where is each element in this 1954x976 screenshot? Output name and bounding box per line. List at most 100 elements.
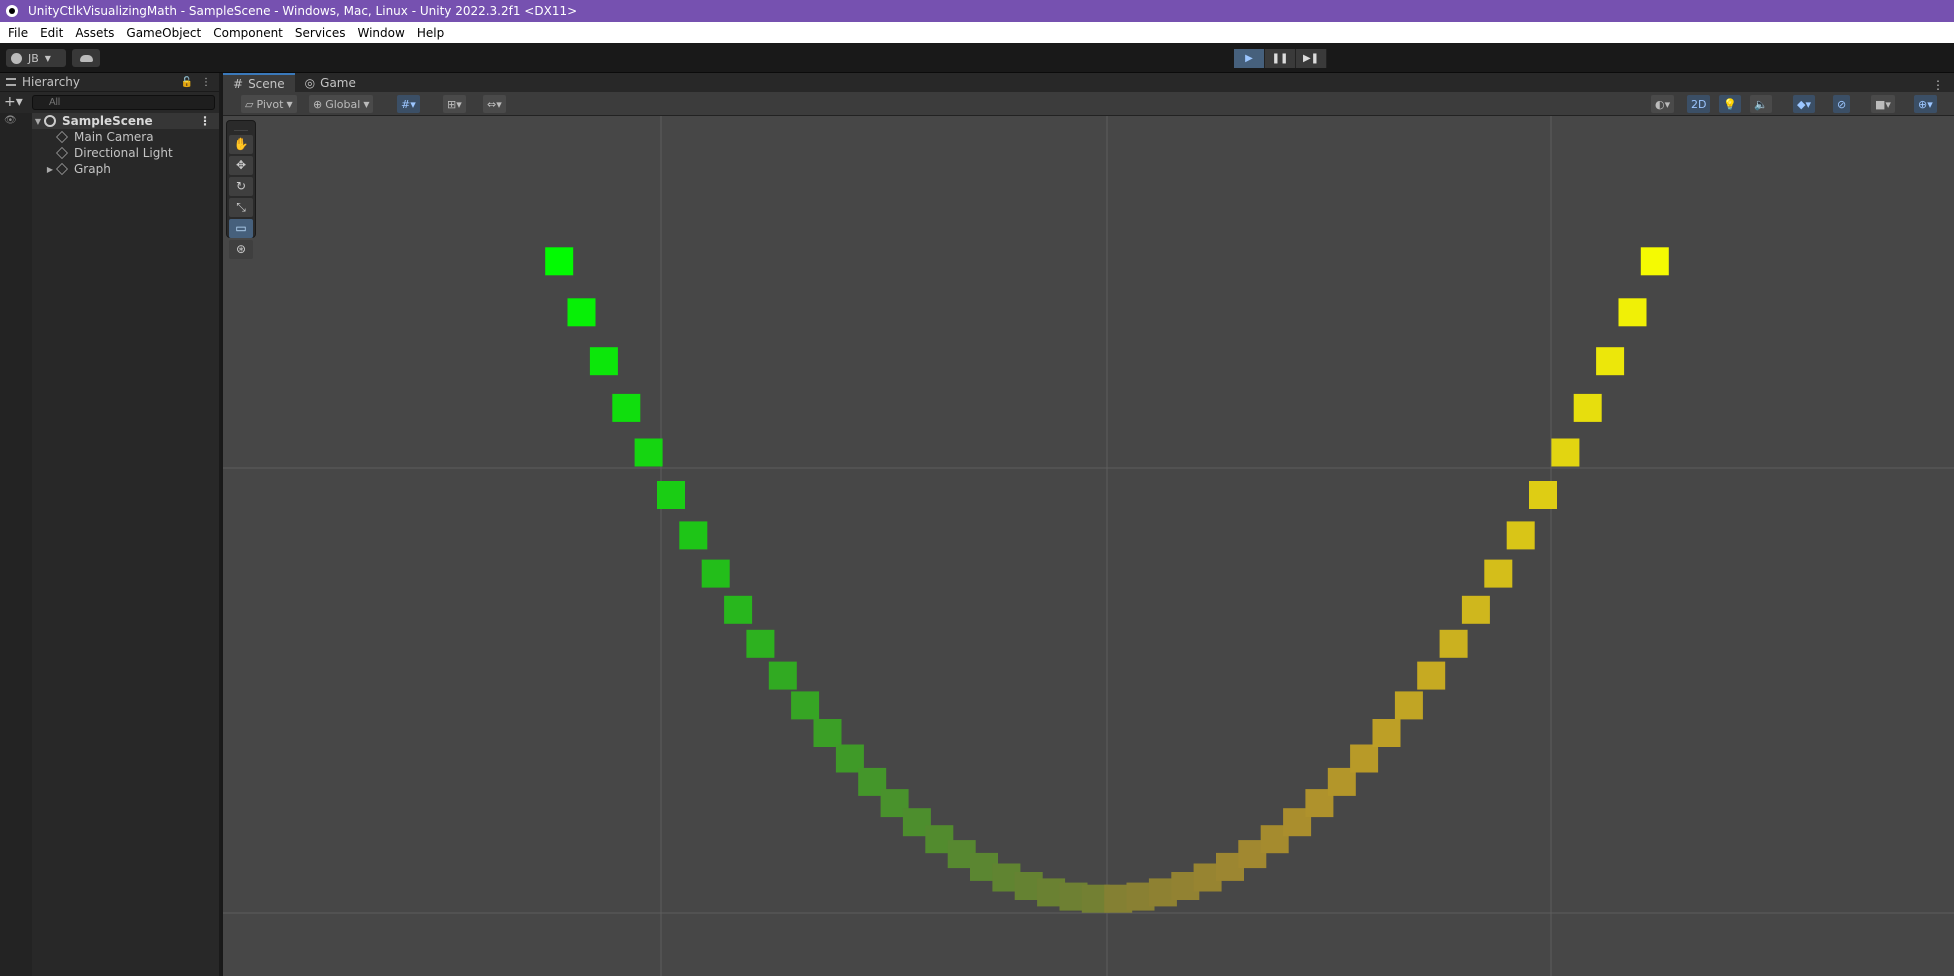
expand-arrow-icon[interactable]: ▼ (32, 117, 44, 126)
gameobject-icon (56, 163, 68, 175)
menu-edit[interactable]: Edit (34, 26, 69, 40)
graph-point-cube[interactable] (724, 595, 753, 624)
graph-point-cube[interactable] (1596, 347, 1625, 376)
graph-point-cube[interactable] (1350, 744, 1379, 773)
graph-point-cube[interactable] (1506, 521, 1535, 550)
graph-point-cube[interactable] (768, 661, 797, 690)
audio-toggle[interactable]: 🔈 (1750, 95, 1772, 113)
move-tool-icon[interactable]: ✥ (229, 156, 253, 175)
kebab-menu-icon[interactable]: ⋮ (201, 77, 211, 88)
global-label: Global (325, 97, 361, 111)
tab-hierarchy[interactable]: Hierarchy 🔓 ⋮ (0, 73, 219, 92)
graph-point-cube[interactable] (791, 691, 820, 720)
tree-item-graph[interactable]: ▶ Graph (32, 161, 219, 177)
graph-point-cube[interactable] (1640, 247, 1669, 276)
align-toggle[interactable]: ⇔▾ (483, 95, 506, 113)
graph-point-cube[interactable] (1461, 595, 1490, 624)
step-icon: ▶❚ (1302, 53, 1320, 64)
tab-game[interactable]: ◎ Game (295, 73, 366, 92)
account-dropdown[interactable]: JB ▼ (6, 49, 66, 67)
graph-point-cube[interactable] (679, 521, 708, 550)
tab-scene[interactable]: # Scene (223, 73, 295, 92)
lock-icon[interactable]: 🔓 (181, 77, 193, 88)
graph-point-cube[interactable] (1394, 691, 1423, 720)
menu-services[interactable]: Services (289, 26, 352, 40)
add-object-button[interactable]: +▾ (4, 94, 28, 110)
scene-root-row[interactable]: ▼ SampleScene ⋮ (32, 113, 219, 129)
tree-item-directional-light[interactable]: Directional Light (32, 145, 219, 161)
global-dropdown[interactable]: ⊕ Global ▼ (309, 95, 374, 113)
pause-button[interactable]: ❚❚ (1265, 49, 1296, 68)
graph-point-cube[interactable] (657, 481, 685, 509)
rotate-tool-icon[interactable]: ↻ (229, 177, 253, 196)
gameobject-icon (56, 147, 68, 159)
mode-2d-label: 2D (1691, 97, 1707, 111)
pivot-dropdown[interactable]: ▱ Pivot ▼ (241, 95, 297, 113)
effects-dropdown[interactable]: ◆▾ (1793, 95, 1815, 113)
hierarchy-search-input[interactable] (32, 94, 215, 110)
graph-point-cube[interactable] (1439, 629, 1468, 658)
lighting-toggle[interactable]: 💡 (1719, 95, 1741, 113)
scene-name: SampleScene (62, 114, 153, 128)
graph-point-cube[interactable] (746, 629, 775, 658)
graph-point-cube[interactable] (1529, 481, 1557, 509)
graph-point-cube[interactable] (567, 298, 596, 327)
grid-snap-toggle[interactable]: #▾ (397, 95, 420, 113)
menu-assets[interactable]: Assets (69, 26, 120, 40)
menu-window[interactable]: Window (352, 26, 411, 40)
menu-help[interactable]: Help (411, 26, 450, 40)
tree-item-main-camera[interactable]: Main Camera (32, 129, 219, 145)
visibility-gutter[interactable]: 👁 (0, 113, 32, 976)
pivot-label: Pivot (256, 97, 284, 111)
transform-tool-icon[interactable]: ⊛ (229, 240, 253, 259)
hand-tool-icon[interactable]: ✋ (229, 135, 253, 154)
rect-tool-icon[interactable]: ▭ (229, 219, 253, 238)
increment-snap-toggle[interactable]: ⊞▾ (443, 95, 466, 113)
graph-point-cube[interactable] (1484, 559, 1513, 588)
cloud-button[interactable] (72, 49, 100, 67)
main-toolbar: JB ▼ ▶ ❚❚ ▶❚ (0, 43, 1954, 73)
chevron-down-icon: ▼ (363, 99, 370, 109)
graph-point-cube[interactable] (589, 347, 618, 376)
tree-item-label: Main Camera (74, 130, 154, 144)
menu-component[interactable]: Component (207, 26, 289, 40)
align-icon: ⇔▾ (487, 97, 502, 111)
camera-settings-dropdown[interactable]: ■▾ (1871, 95, 1895, 113)
play-icon: ▶ (1245, 53, 1253, 64)
tool-palette: ✋ ✥ ↻ ⤡ ▭ ⊛ (226, 120, 256, 259)
eye-icon[interactable]: 👁 (0, 113, 32, 126)
palette-drag-handle[interactable] (234, 123, 248, 131)
graph-point-cube[interactable] (701, 559, 730, 588)
expand-arrow-icon[interactable]: ▶ (44, 165, 56, 174)
graph-point-cube[interactable] (545, 247, 574, 276)
gizmo-globe-icon: ⊕▾ (1918, 97, 1933, 111)
account-label: JB (28, 51, 39, 65)
graph-point-cube[interactable] (612, 393, 641, 422)
hierarchy-panel: Hierarchy 🔓 ⋮ +▾ 👁 ▼ SampleScene ⋮ Main … (0, 73, 221, 976)
graph-point-cube[interactable] (1551, 438, 1580, 467)
gizmos-dropdown[interactable]: ⊕▾ (1914, 95, 1937, 113)
scene-graph-canvas[interactable] (223, 116, 1954, 976)
scale-tool-icon[interactable]: ⤡ (229, 198, 253, 217)
pivot-icon: ▱ (245, 97, 254, 111)
menu-file[interactable]: File (2, 26, 34, 40)
step-button[interactable]: ▶❚ (1296, 49, 1327, 68)
kebab-menu-icon[interactable]: ⋮ (199, 114, 219, 128)
scene-viewport[interactable]: ✋ ✥ ↻ ⤡ ▭ ⊛ (223, 116, 1954, 976)
graph-point-cube[interactable] (1573, 393, 1602, 422)
menu-bar: File Edit Assets GameObject Component Se… (0, 22, 1954, 43)
user-icon (11, 52, 22, 64)
layers-icon: ◆▾ (1797, 97, 1811, 111)
kebab-menu-icon[interactable]: ⋮ (1932, 78, 1954, 92)
graph-point-cube[interactable] (813, 719, 842, 747)
graph-point-cube[interactable] (634, 438, 663, 467)
graph-point-cube[interactable] (1417, 661, 1446, 690)
eye-slash-icon: ⊘ (1837, 97, 1847, 111)
graph-point-cube[interactable] (1372, 719, 1401, 747)
shading-mode-dropdown[interactable]: ◐▾ (1651, 95, 1675, 113)
graph-point-cube[interactable] (1618, 298, 1647, 327)
hidden-objects-toggle[interactable]: ⊘ (1833, 95, 1851, 113)
toggle-2d-button[interactable]: 2D (1687, 95, 1711, 113)
play-button[interactable]: ▶ (1234, 49, 1265, 68)
menu-gameobject[interactable]: GameObject (120, 26, 207, 40)
